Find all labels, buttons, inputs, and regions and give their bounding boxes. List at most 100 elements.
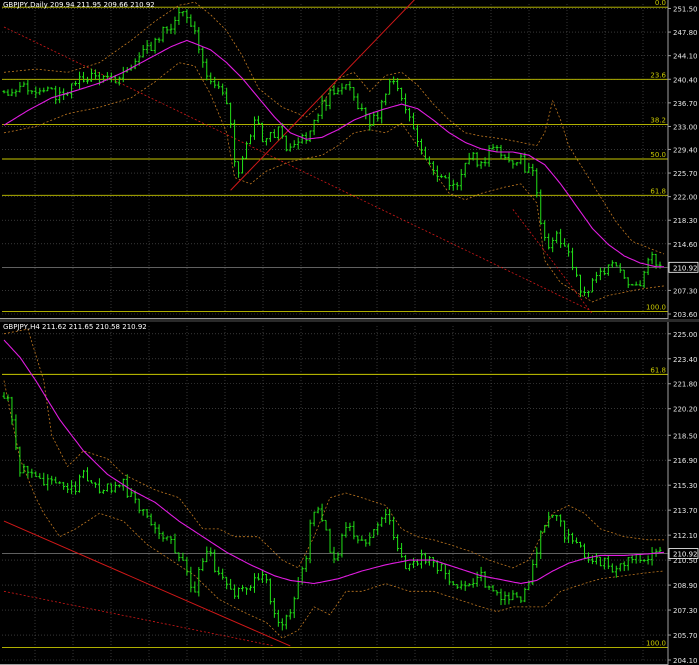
daily-candle [598,267,602,281]
h4-candle [58,481,62,484]
h4-candle [451,581,455,586]
daily-candle [443,175,447,179]
daily-chart-pane[interactable]: 0.0 23.6 38.2 50.0 61.8 100.0 251.50 247.80 244.… [0,0,699,319]
daily-candle [475,152,479,168]
daily-band-lower [3,62,665,303]
h4-candle [308,519,312,564]
h4-candle [344,522,348,538]
h4-candle [241,584,245,592]
daily-candle [145,40,149,54]
h4-fib-label-1: 100.0 [646,640,666,648]
h4-chart-svg[interactable]: 61.8 100.0 225.00 223.40 221.80 220.20 218.50 2… [0,322,699,665]
h4-candle [523,587,527,603]
daily-candle [626,277,630,289]
daily-chart-svg[interactable]: 0.0 23.6 38.2 50.0 61.8 100.0 251.50 247.80 244.… [0,0,699,319]
daily-candle [308,130,312,143]
h4-candle [575,537,579,544]
h4-candle [459,580,463,590]
h4-candle [567,528,571,544]
h4-candle [483,571,487,588]
h4-candle [555,514,559,521]
h4-tick-label: 212.10 [673,532,698,540]
daily-candle [396,77,400,92]
h4-tick-label: 218.50 [673,432,698,440]
h4-candles [2,392,662,631]
daily-candle [177,7,181,25]
h4-candle [181,552,185,561]
daily-candle [412,112,416,130]
daily-tick-label: 214.60 [673,241,698,249]
h4-candle [78,474,82,493]
h4-candle [209,547,213,557]
h4-candle [563,520,567,543]
daily-candle [408,107,412,122]
daily-candle [634,281,638,286]
daily-trend-line-0 [230,0,415,191]
h4-candle [606,555,610,570]
daily-candle [260,122,264,142]
daily-candle [2,90,6,94]
daily-candle [149,41,153,51]
h4-candle [427,556,431,566]
daily-candle [18,81,22,93]
h4-candle [396,534,400,552]
daily-tick-label: 244.10 [673,53,698,61]
daily-candle [551,237,555,253]
daily-tick-label: 222.00 [673,194,698,202]
h4-candle [602,557,606,570]
h4-candle [284,614,288,630]
daily-candle [507,152,511,163]
daily-candle [348,81,352,91]
daily-candle [547,233,551,250]
daily-candle [209,72,213,85]
h4-candle [70,480,74,495]
h4-candle [85,467,89,482]
h4-candle [419,549,423,569]
daily-candle [646,257,650,276]
h4-candle [93,482,97,488]
daily-candle [288,143,292,152]
h4-close: 210.92 [122,323,147,331]
daily-candle [42,87,46,93]
h4-tick-label: 208.90 [673,582,698,590]
daily-candle [264,138,268,146]
h4-candle [642,559,646,563]
h4-candle [217,566,221,576]
daily-candle [638,280,642,287]
h4-candle [435,560,439,574]
h4-candle [463,580,467,591]
h4-candle [511,590,515,601]
h4-tick-label: 213.70 [673,507,698,515]
daily-fib-label-4: 61.8 [650,187,666,195]
h4-chart-pane[interactable]: 61.8 100.0 225.00 223.40 221.80 220.20 218.50 2… [0,322,699,665]
daily-candle [14,89,18,97]
h4-tick-label: 225.00 [673,331,698,339]
h4-candle [153,521,157,534]
daily-candle [614,262,618,267]
daily-candle [6,89,10,96]
daily-candle [555,230,559,244]
h4-candle [408,563,412,571]
h4-candle [356,535,360,544]
h4-candle [169,536,173,544]
daily-candle [658,261,662,269]
daily-candle [594,271,598,283]
h4-candle [256,573,260,581]
h4-candle [499,588,503,606]
daily-high: 211.95 [76,1,102,9]
daily-candle [320,95,324,120]
daily-candle [527,162,531,174]
daily-candle [50,87,54,90]
daily-candle [54,85,58,105]
daily-candle [193,21,197,35]
h4-tick-label: 207.30 [673,607,698,615]
daily-candle [423,146,427,160]
h4-candle [221,568,225,580]
h4-candle [6,394,10,402]
daily-candle [221,83,225,96]
h4-tick-label: 205.70 [673,632,698,640]
daily-candle [543,220,547,241]
daily-candle [344,84,348,90]
h4-candle [312,511,316,527]
h4-candle [117,484,121,488]
